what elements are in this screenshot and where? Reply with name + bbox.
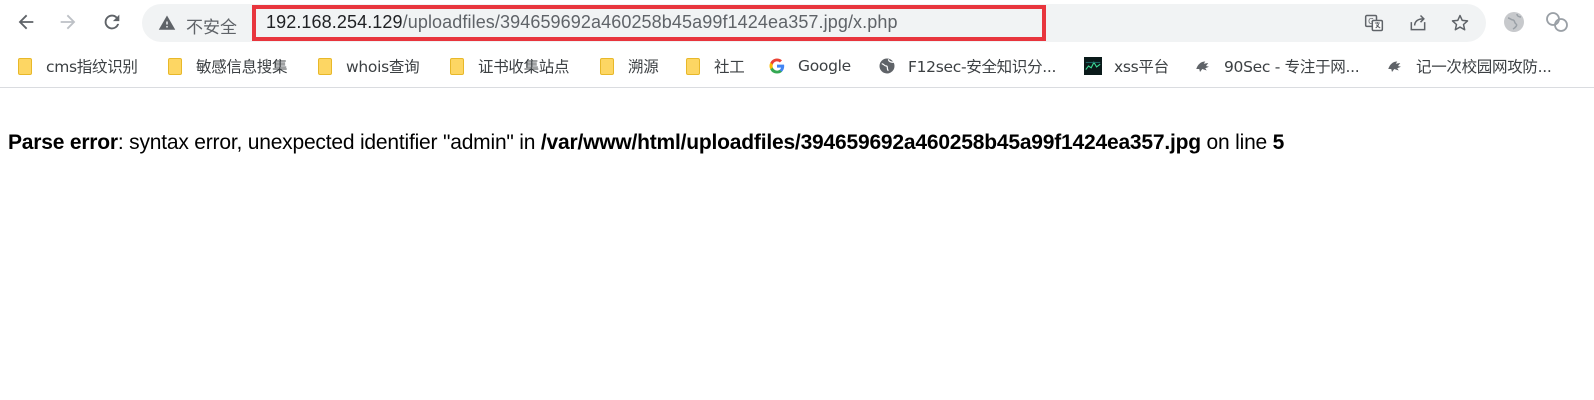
bookmark-cert-sites[interactable]: 证书收集站点: [448, 54, 570, 78]
url-path: /uploadfiles/394659692a460258b45a99f1424…: [402, 12, 898, 32]
error-type: Parse error: [8, 131, 118, 154]
error-message: : syntax error, unexpected identifier "a…: [117, 131, 541, 154]
error-line-number: 5: [1272, 131, 1285, 154]
bookmark-label: xss平台: [1114, 58, 1169, 76]
bookmark-label: 溯源: [628, 58, 659, 76]
translate-icon[interactable]: G: [1364, 13, 1384, 33]
xss-site-icon: [1084, 57, 1102, 75]
bookmark-cms[interactable]: cms指纹识别: [16, 54, 138, 78]
bookmark-90sec[interactable]: 90Sec - 专注于网...: [1194, 54, 1360, 78]
bookmark-label: Google: [798, 57, 851, 75]
error-file-path: /var/www/html/uploadfiles/394659692a4602…: [540, 131, 1201, 154]
bookmark-google[interactable]: Google: [768, 54, 851, 78]
back-button[interactable]: [10, 6, 42, 38]
php-error-message: Parse error: syntax error, unexpected id…: [8, 131, 1284, 155]
google-icon: [768, 57, 786, 75]
bookmark-label: 社工: [714, 58, 745, 76]
folder-icon: [684, 57, 702, 75]
folder-icon: [166, 57, 184, 75]
bookmark-star-icon[interactable]: [1450, 13, 1470, 33]
url-host: 192.168.254.129: [266, 12, 403, 32]
arrow-left-icon: [18, 14, 34, 30]
extension-icon[interactable]: [1545, 10, 1569, 34]
bookmark-label: 敏感信息搜集: [196, 58, 288, 76]
globe-icon: [878, 57, 896, 75]
bookmark-label: whois查询: [346, 58, 420, 76]
share-icon[interactable]: [1408, 13, 1428, 33]
reload-icon: [104, 14, 120, 30]
bookmark-xss[interactable]: xss平台: [1084, 54, 1169, 78]
address-bar[interactable]: 不安全 192.168.254.129/uploadfiles/39465969…: [142, 4, 1486, 42]
90sec-logo-icon: [1194, 57, 1212, 75]
bookmark-sensitive-info[interactable]: 敏感信息搜集: [166, 54, 288, 78]
bookmark-whois[interactable]: whois查询: [316, 54, 420, 78]
folder-icon: [598, 57, 616, 75]
browser-toolbar: 不安全 192.168.254.129/uploadfiles/39465969…: [0, 0, 1594, 44]
error-on-line: on line: [1200, 131, 1273, 154]
warning-icon[interactable]: [158, 14, 176, 32]
bookmark-trace[interactable]: 溯源: [598, 54, 659, 78]
folder-icon: [316, 57, 334, 75]
bookmark-label: F12sec-安全知识分...: [908, 58, 1057, 76]
bookmark-campus-net[interactable]: 记一次校园网攻防...: [1386, 54, 1552, 78]
90sec-logo-icon: [1386, 57, 1404, 75]
reload-button[interactable]: [96, 6, 128, 38]
arrow-right-icon: [60, 14, 76, 30]
bookmark-label: 90Sec - 专注于网...: [1224, 58, 1360, 76]
folder-icon: [448, 57, 466, 75]
bookmark-label: 证书收集站点: [478, 58, 570, 76]
extension-globe-icon[interactable]: [1502, 10, 1526, 34]
forward-button[interactable]: [52, 6, 84, 38]
bookmark-social-eng[interactable]: 社工: [684, 54, 745, 78]
security-status[interactable]: 不安全: [186, 13, 237, 38]
bookmark-label: 记一次校园网攻防...: [1416, 58, 1552, 76]
bookmarks-bar: cms指纹识别 敏感信息搜集 whois查询 证书收集站点 溯源 社工 Goog…: [0, 44, 1594, 88]
bookmark-label: cms指纹识别: [46, 58, 138, 76]
url-text[interactable]: 192.168.254.129/uploadfiles/394659692a46…: [266, 12, 898, 33]
folder-icon: [16, 57, 34, 75]
bookmark-f12sec[interactable]: F12sec-安全知识分...: [878, 54, 1056, 78]
